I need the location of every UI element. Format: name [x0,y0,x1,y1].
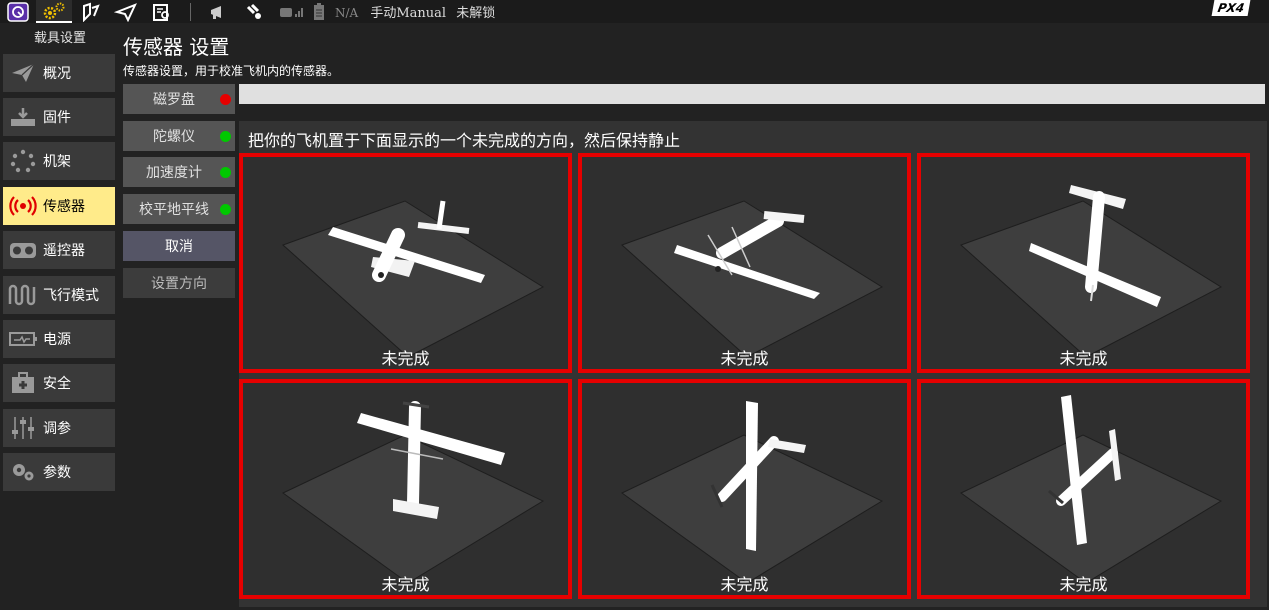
flight-modes-icon [3,284,43,306]
rc-rssi-icon[interactable] [273,0,309,23]
orientation-left-side: 未完成 [578,153,911,373]
plane-left-side-illustration [621,200,884,358]
sidebar-item-label: 安全 [43,376,71,392]
px4-logo: PX4 [1211,0,1251,16]
vehicle-setup-gear-icon[interactable] [36,0,72,23]
parameters-gears-icon [3,461,43,483]
orientation-status: 未完成 [381,575,430,594]
orientation-nose-down: 未完成 [239,153,572,373]
sidebar-item-label: 概况 [43,66,71,82]
battery-status-icon[interactable] [309,0,329,23]
gyroscope-button[interactable]: 陀螺仪 [123,121,235,151]
flight-mode-text[interactable]: 手动Manual [370,6,446,21]
orientation-right-side: 未完成 [578,379,911,599]
plane-tail-down-illustration [960,185,1223,358]
sidebar-item-tuning[interactable]: 调参 [3,409,115,447]
level-horizon-button[interactable]: 校平地平线 [123,194,235,224]
battery-icon [3,329,43,349]
compass-status-dot [220,94,231,105]
sidebar-item-label: 调参 [43,421,71,437]
qgc-logo-icon[interactable] [0,0,36,23]
sidebar-item-label: 遥控器 [43,243,85,259]
calibration-panel: 把你的飞机置于下面显示的一个未完成的方向，然后保持静止 未完成 未完成 未完成 … [239,121,1267,607]
plane-right-side-illustration [621,401,884,584]
accelerometer-status-dot [220,167,231,178]
sidebar-item-safety[interactable]: 安全 [3,364,115,402]
sidebar-title: 载具设置 [33,31,86,46]
compass-label: 磁罗盘 [153,92,195,108]
orientation-upright: 未完成 [239,379,572,599]
gps-status-text: N/A [335,6,359,20]
paper-plane-icon [3,62,43,84]
toolbar-status-text: N/A 手动Manual 未解锁 [335,2,495,21]
airframe-icon [3,149,43,173]
sidebar-item-summary[interactable]: 概况 [3,54,115,92]
safety-icon [3,371,43,395]
orientation-status: 未完成 [381,349,430,368]
messages-megaphone-icon[interactable] [201,0,237,23]
sidebar-item-airframe[interactable]: 机架 [3,142,115,180]
analyze-icon[interactable] [144,0,180,23]
level-horizon-status-dot [220,204,231,215]
sidebar-item-label: 机架 [43,154,71,170]
top-toolbar: N/A 手动Manual 未解锁 PX4 [0,0,1269,23]
orientation-status: 未完成 [1059,575,1108,594]
sidebar-item-label: 参数 [43,465,71,481]
orientation-status: 未完成 [720,349,769,368]
orientation-upside-down: 未完成 [917,379,1250,599]
tuning-sliders-icon [3,415,43,441]
sidebar-item-flight-modes[interactable]: 飞行模式 [3,276,115,314]
plane-upright-illustration [282,401,545,584]
sidebar-item-label: 电源 [43,332,71,348]
plan-view-icon[interactable] [72,0,108,23]
calibration-progress-bar [239,84,1265,104]
fly-view-plane-icon[interactable] [108,0,144,23]
cancel-button[interactable]: 取消 [123,231,235,261]
level-horizon-label: 校平地平线 [139,202,209,218]
radio-icon [3,240,43,260]
sidebar-item-label: 传感器 [43,199,85,215]
arm-status-text[interactable]: 未解锁 [456,6,495,21]
sidebar-item-radio[interactable]: 遥控器 [3,231,115,269]
gyroscope-status-dot [220,131,231,142]
orientation-status: 未完成 [1059,349,1108,368]
page-description: 传感器设置，用于校准飞机内的传感器。 [123,64,340,78]
sidebar-item-parameters[interactable]: 参数 [3,453,115,491]
sidebar-item-label: 飞行模式 [43,288,99,304]
toolbar-divider [190,2,191,21]
sensors-icon [3,195,43,217]
gyroscope-label: 陀螺仪 [153,129,195,145]
sidebar-item-label: 固件 [43,110,71,126]
gps-satellite-icon[interactable] [237,0,273,23]
set-orientation-button[interactable]: 设置方向 [123,268,235,298]
orientation-tail-down: 未完成 [917,153,1250,373]
compass-button[interactable]: 磁罗盘 [123,84,235,114]
page-title: 传感器 设置 [123,35,230,59]
accelerometer-button[interactable]: 加速度计 [123,157,235,187]
accelerometer-label: 加速度计 [146,165,202,181]
sidebar-item-firmware[interactable]: 固件 [3,98,115,136]
sidebar-item-power[interactable]: 电源 [3,320,115,358]
firmware-download-icon [3,106,43,128]
orientation-status: 未完成 [720,575,769,594]
calibration-instruction: 把你的飞机置于下面显示的一个未完成的方向，然后保持静止 [248,131,681,150]
sidebar-item-sensors[interactable]: 传感器 [3,187,115,225]
plane-upside-down-illustration [960,395,1223,584]
plane-nose-down-illustration [282,200,545,358]
